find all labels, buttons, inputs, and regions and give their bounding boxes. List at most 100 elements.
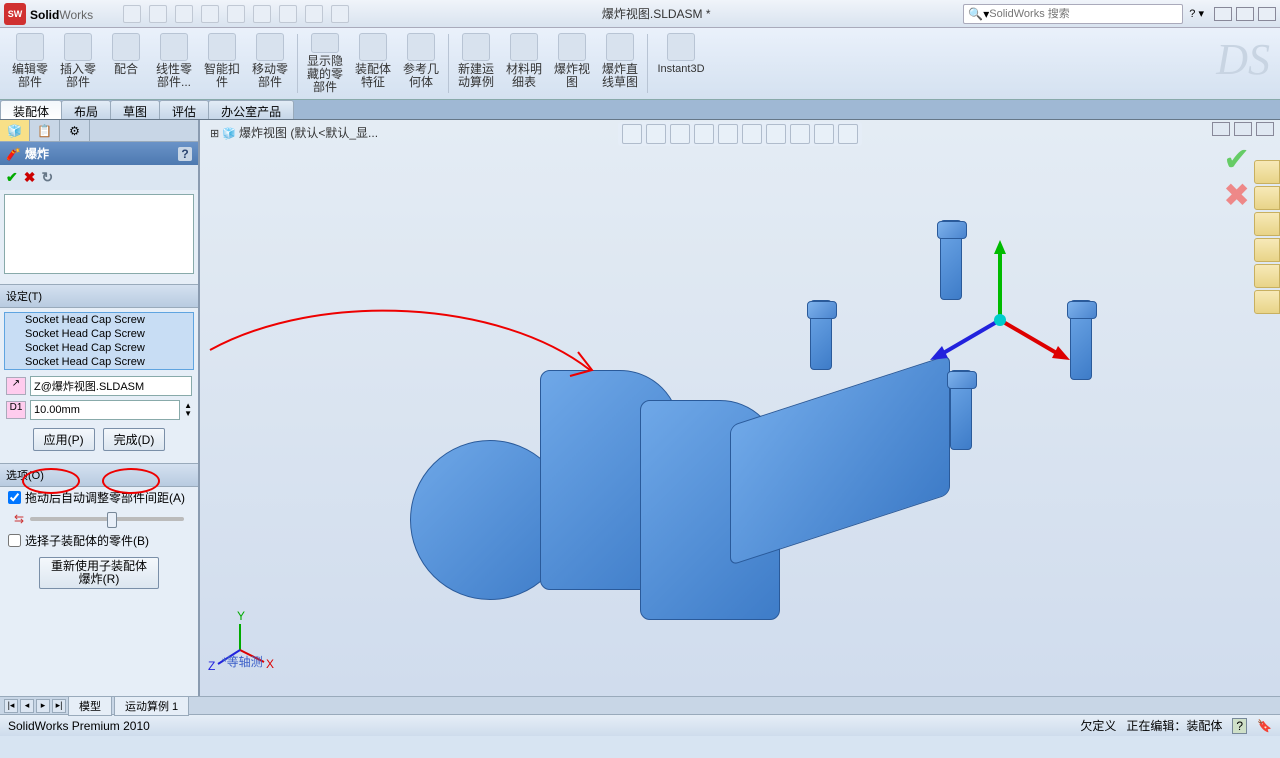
apply-button[interactable]: 应用(P) xyxy=(33,428,95,451)
rb-linear-pattern[interactable]: 线性零部件... xyxy=(150,30,198,97)
btab-first-icon[interactable]: |◂ xyxy=(4,699,18,713)
tab-sketch[interactable]: 草图 xyxy=(110,100,160,119)
svg-text:Y: Y xyxy=(237,609,245,623)
model-bolt2 xyxy=(940,220,962,300)
taskpane-view-icon[interactable] xyxy=(1254,238,1280,262)
vp-minimize-button[interactable] xyxy=(1212,122,1230,136)
close-button[interactable] xyxy=(1258,7,1276,21)
minimize-button[interactable] xyxy=(1214,7,1232,21)
btab-prev-icon[interactable]: ◂ xyxy=(20,699,34,713)
qat-select-icon[interactable] xyxy=(279,5,297,23)
opt-auto-space[interactable]: 拖动后自动调整零部件间距(A) xyxy=(0,487,198,508)
section-options[interactable]: 选项(O) xyxy=(0,463,198,487)
qat-print-icon[interactable] xyxy=(201,5,219,23)
tab-office[interactable]: 办公室产品 xyxy=(208,100,294,119)
btab-model[interactable]: 模型 xyxy=(68,696,112,716)
checkbox-select-subasm[interactable] xyxy=(8,534,21,547)
status-bar: SolidWorks Premium 2010 欠定义 正在编辑：装配体 ? 🔖 xyxy=(0,714,1280,736)
property-manager-panel: 🧊 📋 ⚙ 🧨 爆炸 ? ✔ ✖ ↻ 设定(T) Socket Head Cap… xyxy=(0,120,200,696)
done-button[interactable]: 完成(D) xyxy=(103,428,166,451)
rb-move-component[interactable]: 移动零部件 xyxy=(246,30,294,97)
hud-section-icon[interactable] xyxy=(694,124,714,144)
btab-last-icon[interactable]: ▸| xyxy=(52,699,66,713)
vp-close-button[interactable] xyxy=(1256,122,1274,136)
pm-help-button[interactable]: ? xyxy=(178,147,192,161)
taskpane-file-icon[interactable] xyxy=(1254,212,1280,236)
tab-assembly[interactable]: 装配体 xyxy=(0,100,62,119)
vp-restore-button[interactable] xyxy=(1234,122,1252,136)
rb-insert-component[interactable]: 插入零部件 xyxy=(54,30,102,97)
qat-new-icon[interactable] xyxy=(123,5,141,23)
qat-undo-icon[interactable] xyxy=(227,5,245,23)
taskpane-resources-icon[interactable] xyxy=(1254,160,1280,184)
rb-assembly-feature[interactable]: 装配体特征 xyxy=(349,30,397,97)
rb-explode-line[interactable]: 爆炸直线草图 xyxy=(596,30,644,97)
bom-icon xyxy=(510,33,538,61)
move-component-icon xyxy=(256,33,284,61)
qat-rebuild-icon[interactable] xyxy=(305,5,323,23)
rb-edit-component[interactable]: 编辑零部件 xyxy=(6,30,54,97)
ref-geometry-icon xyxy=(407,33,435,61)
tab-layout[interactable]: 布局 xyxy=(61,100,111,119)
list-item[interactable]: Socket Head Cap Screw xyxy=(5,313,193,327)
pm-ok-button[interactable]: ✔ xyxy=(6,169,18,186)
btab-motion[interactable]: 运动算例 1 xyxy=(114,696,189,716)
search-input[interactable] xyxy=(989,8,1178,20)
rb-smart-fastener[interactable]: 智能扣件 xyxy=(198,30,246,97)
hud-zoomfit-icon[interactable] xyxy=(622,124,642,144)
rb-show-hidden[interactable]: 显示隐藏的零部件 xyxy=(301,30,349,97)
quick-access-toolbar xyxy=(123,5,349,23)
restore-button[interactable] xyxy=(1236,7,1254,21)
pt-feature-icon[interactable]: 🧊 xyxy=(0,120,30,141)
hud-zoomarea-icon[interactable] xyxy=(646,124,666,144)
hud-appearance-icon[interactable] xyxy=(790,124,810,144)
rb-instant3d[interactable]: Instant3D xyxy=(651,30,711,97)
rb-ref-geometry[interactable]: 参考几何体 xyxy=(397,30,445,97)
rb-bom[interactable]: 材料明细表 xyxy=(500,30,548,97)
list-item[interactable]: Socket Head Cap Screw xyxy=(5,341,193,355)
pm-pushpin-icon[interactable]: ↻ xyxy=(41,169,53,186)
taskpane-custom-icon[interactable] xyxy=(1254,290,1280,314)
pt-config-icon[interactable]: ⚙ xyxy=(60,120,90,141)
pt-property-icon[interactable]: 📋 xyxy=(30,120,60,141)
hud-viewsettings-icon[interactable] xyxy=(838,124,858,144)
rb-mate[interactable]: 配合 xyxy=(102,30,150,97)
flyout-tree[interactable]: ⊞ 🧊 爆炸视图 (默认<默认_显... xyxy=(210,124,378,141)
pm-cancel-button[interactable]: ✖ xyxy=(24,169,36,186)
hud-scene-icon[interactable] xyxy=(814,124,834,144)
rb-motion-study[interactable]: 新建运动算例 xyxy=(452,30,500,97)
selected-parts-list[interactable]: Socket Head Cap Screw Socket Head Cap Sc… xyxy=(4,312,194,370)
hud-hide-icon[interactable] xyxy=(766,124,786,144)
qat-options-icon[interactable] xyxy=(331,5,349,23)
distance-input[interactable] xyxy=(30,400,180,420)
taskpane-appearance-icon[interactable] xyxy=(1254,264,1280,288)
search-box[interactable]: 🔍▾ xyxy=(963,4,1183,24)
help-dropdown[interactable]: ? ▾ xyxy=(1189,7,1204,20)
explode-steps-list[interactable] xyxy=(4,194,194,274)
checkbox-auto-space[interactable] xyxy=(8,491,21,504)
hud-prevview-icon[interactable] xyxy=(670,124,690,144)
list-item[interactable]: Socket Head Cap Screw xyxy=(5,355,193,369)
graphics-viewport[interactable]: ⊞ 🧊 爆炸视图 (默认<默认_显... ✔ ✖ xyxy=(200,120,1280,696)
tab-evaluate[interactable]: 评估 xyxy=(159,100,209,119)
qat-save-icon[interactable] xyxy=(175,5,193,23)
list-item[interactable]: Socket Head Cap Screw xyxy=(5,327,193,341)
hud-vieworient-icon[interactable] xyxy=(718,124,738,144)
spacing-slider[interactable] xyxy=(30,517,184,521)
rb-exploded-view[interactable]: 爆炸视图 xyxy=(548,30,596,97)
btab-next-icon[interactable]: ▸ xyxy=(36,699,50,713)
confirm-ok-icon[interactable]: ✔ xyxy=(1223,140,1250,178)
qat-redo-icon[interactable] xyxy=(253,5,271,23)
hud-display-icon[interactable] xyxy=(742,124,762,144)
taskpane-design-icon[interactable] xyxy=(1254,186,1280,210)
status-flag-icon[interactable]: 🔖 xyxy=(1257,719,1272,733)
section-settings[interactable]: 设定(T) xyxy=(0,284,198,308)
qat-open-icon[interactable] xyxy=(149,5,167,23)
status-help-icon[interactable]: ? xyxy=(1232,718,1247,734)
opt-select-subasm[interactable]: 选择子装配体的零件(B) xyxy=(0,530,198,551)
model-bolt3 xyxy=(950,370,972,450)
spin-up-icon[interactable]: ▲▼ xyxy=(184,402,192,418)
axis-input[interactable] xyxy=(30,376,192,396)
reuse-subasm-button[interactable]: 重新使用子装配体爆炸(R) xyxy=(39,557,159,589)
confirm-cancel-icon[interactable]: ✖ xyxy=(1223,176,1250,214)
